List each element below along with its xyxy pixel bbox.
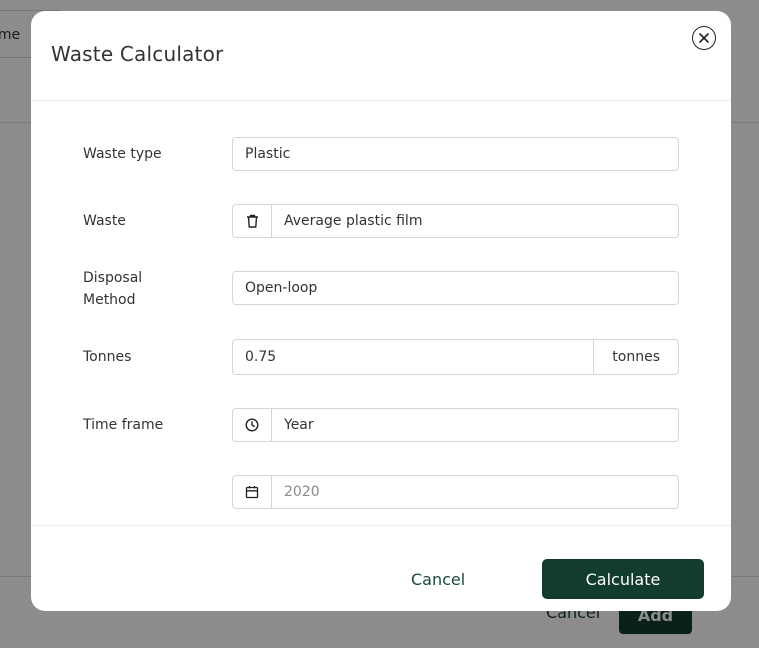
disposal-method-label: Disposal Method: [83, 267, 142, 311]
clock-icon: [233, 409, 272, 441]
tonnes-input[interactable]: 0.75 tonnes: [232, 339, 679, 375]
year-placeholder: 2020: [284, 484, 320, 500]
tonnes-label: Tonnes: [83, 349, 132, 365]
close-icon: [699, 33, 709, 43]
waste-calculator-modal: Waste Calculator Waste type Plastic Wast…: [31, 11, 731, 611]
time-frame-select[interactable]: Year: [232, 408, 679, 442]
waste-type-value: Plastic: [245, 146, 291, 162]
time-frame-value: Year: [284, 417, 314, 433]
calculate-button[interactable]: Calculate: [542, 559, 704, 599]
disposal-method-value: Open-loop: [245, 280, 318, 296]
year-picker[interactable]: 2020: [232, 475, 679, 509]
tonnes-unit: tonnes: [593, 340, 678, 374]
waste-type-select[interactable]: Plastic: [232, 137, 679, 171]
trash-icon: [233, 205, 272, 237]
modal-body: Waste type Plastic Waste Average plastic…: [31, 101, 731, 525]
disposal-method-select[interactable]: Open-loop: [232, 271, 679, 305]
tonnes-value: 0.75: [245, 349, 277, 365]
close-button[interactable]: [692, 26, 716, 50]
waste-value: Average plastic film: [284, 213, 423, 229]
disposal-method-label-line1: Disposal: [83, 270, 143, 286]
calendar-icon: [233, 476, 272, 508]
modal-title: Waste Calculator: [51, 42, 224, 66]
cancel-button[interactable]: Cancel: [411, 570, 465, 589]
waste-label: Waste: [83, 213, 126, 229]
waste-type-label: Waste type: [83, 146, 162, 162]
time-frame-label: Time frame: [83, 417, 164, 433]
modal-header: Waste Calculator: [31, 11, 731, 101]
modal-footer: Cancel Calculate: [31, 525, 731, 611]
waste-select[interactable]: Average plastic film: [232, 204, 679, 238]
disposal-method-label-line2: Method: [83, 292, 136, 308]
